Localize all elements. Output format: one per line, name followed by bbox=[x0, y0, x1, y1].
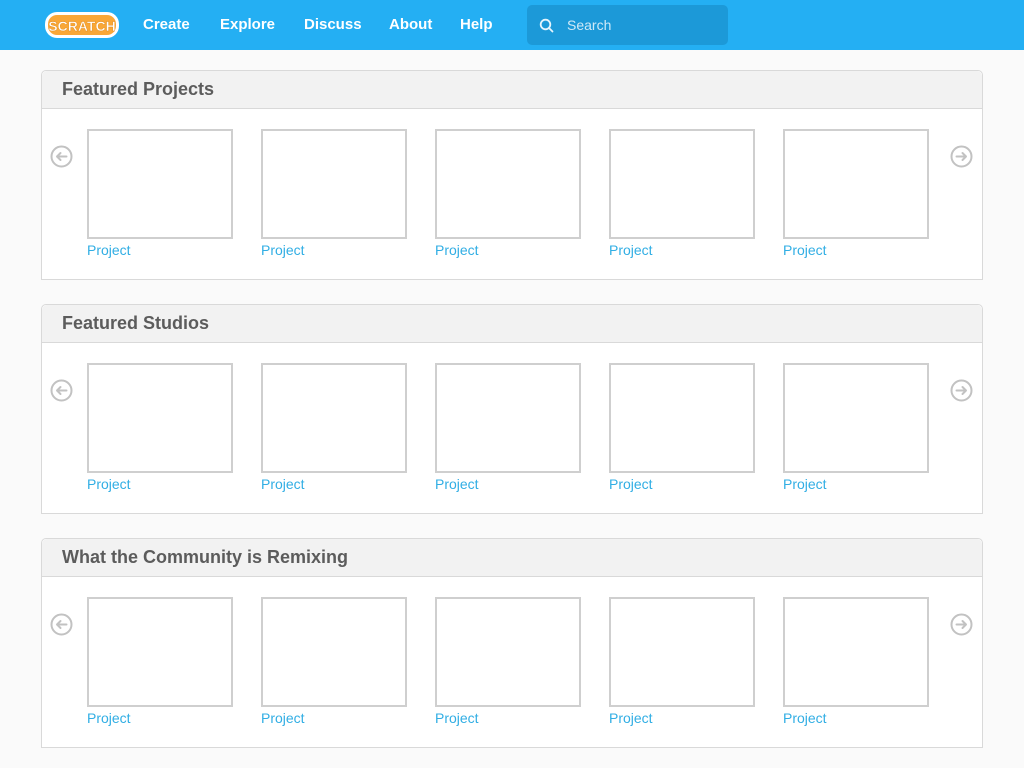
carousel-item[interactable]: Project bbox=[261, 129, 407, 258]
section-title: Featured Projects bbox=[62, 79, 215, 99]
carousel-item[interactable]: Project bbox=[435, 597, 581, 726]
section-header: What the Community is Remixing bbox=[42, 539, 982, 577]
scratch-logo-text: SCRATCH bbox=[48, 18, 115, 34]
carousel-item[interactable]: Project bbox=[609, 363, 755, 492]
top-navigation-bar: SCRATCH Create Explore Discuss About Hel… bbox=[0, 0, 1024, 50]
project-thumbnail[interactable] bbox=[435, 363, 581, 473]
search-icon bbox=[539, 18, 554, 33]
section-title: Featured Studios bbox=[62, 313, 210, 333]
project-thumbnail[interactable] bbox=[87, 597, 233, 707]
project-title-link[interactable]: Project bbox=[87, 242, 233, 258]
search-box bbox=[527, 5, 728, 45]
project-thumbnail[interactable] bbox=[783, 363, 929, 473]
project-title-link[interactable]: Project bbox=[783, 476, 929, 492]
project-title-link[interactable]: Project bbox=[435, 710, 581, 726]
project-thumbnail[interactable] bbox=[261, 129, 407, 239]
project-thumbnail[interactable] bbox=[783, 129, 929, 239]
project-title-link[interactable]: Project bbox=[609, 476, 755, 492]
project-title-link[interactable]: Project bbox=[261, 710, 407, 726]
section-header: Featured Studios bbox=[42, 305, 982, 343]
project-title-link[interactable]: Project bbox=[87, 710, 233, 726]
project-title-link[interactable]: Project bbox=[609, 710, 755, 726]
carousel-item[interactable]: Project bbox=[87, 363, 233, 492]
section-featured-projects: Featured Projects Project Project Projec… bbox=[41, 70, 983, 280]
arrow-right-circle-icon[interactable] bbox=[950, 613, 973, 636]
arrow-left-circle-icon[interactable] bbox=[50, 613, 73, 636]
arrow-left-circle-icon[interactable] bbox=[50, 379, 73, 402]
project-title-link[interactable]: Project bbox=[435, 476, 581, 492]
search-input[interactable] bbox=[557, 5, 722, 45]
project-thumbnail[interactable] bbox=[435, 129, 581, 239]
section-title: What the Community is Remixing bbox=[62, 547, 349, 567]
project-thumbnail[interactable] bbox=[783, 597, 929, 707]
nav-create[interactable]: Create bbox=[143, 0, 190, 50]
project-thumbnail[interactable] bbox=[609, 363, 755, 473]
nav-explore[interactable]: Explore bbox=[220, 0, 275, 50]
project-thumbnail[interactable] bbox=[87, 363, 233, 473]
project-title-link[interactable]: Project bbox=[609, 242, 755, 258]
project-title-link[interactable]: Project bbox=[435, 242, 581, 258]
project-title-link[interactable]: Project bbox=[261, 242, 407, 258]
arrow-left-circle-icon[interactable] bbox=[50, 145, 73, 168]
project-thumbnail[interactable] bbox=[609, 597, 755, 707]
section-featured-studios: Featured Studios Project Project Project… bbox=[41, 304, 983, 514]
project-thumbnail[interactable] bbox=[261, 597, 407, 707]
project-title-link[interactable]: Project bbox=[783, 242, 929, 258]
carousel-item[interactable]: Project bbox=[261, 363, 407, 492]
carousel-item[interactable]: Project bbox=[609, 597, 755, 726]
project-thumbnail[interactable] bbox=[435, 597, 581, 707]
project-title-link[interactable]: Project bbox=[261, 476, 407, 492]
carousel-item[interactable]: Project bbox=[87, 597, 233, 726]
section-community-remixing: What the Community is Remixing Project P… bbox=[41, 538, 983, 748]
carousel-item[interactable]: Project bbox=[435, 129, 581, 258]
project-thumbnail[interactable] bbox=[609, 129, 755, 239]
project-title-link[interactable]: Project bbox=[783, 710, 929, 726]
nav-discuss[interactable]: Discuss bbox=[304, 0, 362, 50]
nav-about[interactable]: About bbox=[389, 0, 432, 50]
nav-help[interactable]: Help bbox=[460, 0, 493, 50]
carousel-item[interactable]: Project bbox=[87, 129, 233, 258]
arrow-right-circle-icon[interactable] bbox=[950, 145, 973, 168]
carousel-item[interactable]: Project bbox=[261, 597, 407, 726]
project-thumbnail[interactable] bbox=[87, 129, 233, 239]
carousel-item[interactable]: Project bbox=[609, 129, 755, 258]
arrow-right-circle-icon[interactable] bbox=[950, 379, 973, 402]
project-thumbnail[interactable] bbox=[261, 363, 407, 473]
scratch-logo[interactable]: SCRATCH bbox=[44, 11, 120, 39]
carousel-item[interactable]: Project bbox=[783, 597, 929, 726]
project-title-link[interactable]: Project bbox=[87, 476, 233, 492]
carousel-item[interactable]: Project bbox=[783, 363, 929, 492]
carousel-item[interactable]: Project bbox=[783, 129, 929, 258]
carousel-item[interactable]: Project bbox=[435, 363, 581, 492]
section-header: Featured Projects bbox=[42, 71, 982, 109]
